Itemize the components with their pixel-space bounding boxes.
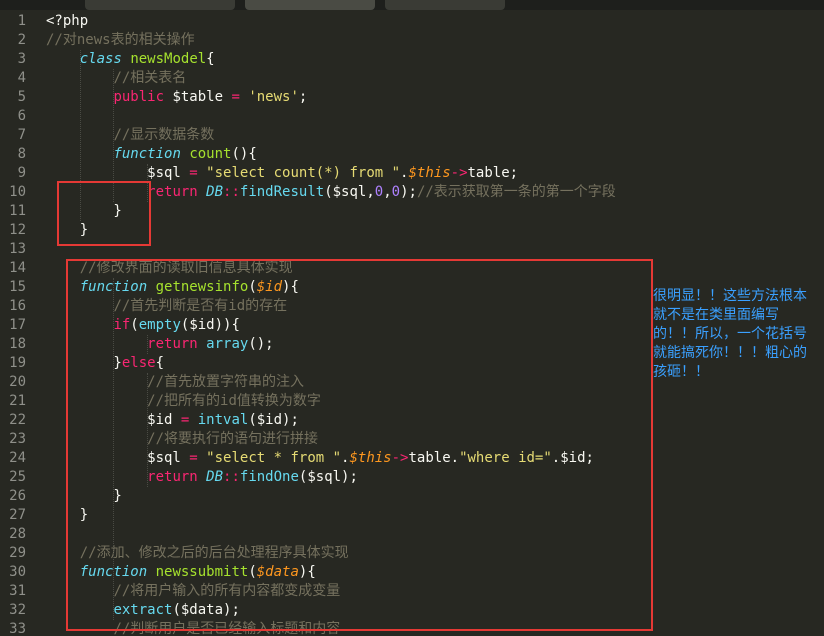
code-token: ($sql, xyxy=(324,184,375,200)
code-token: public xyxy=(113,89,165,105)
code-token: :: xyxy=(223,184,240,200)
code-token: return xyxy=(147,184,198,200)
line-number: 33 xyxy=(9,621,26,636)
code-token: DB xyxy=(206,184,224,200)
code-token: newsModel xyxy=(130,51,207,67)
code-token: "select count(*) from " xyxy=(206,165,401,181)
code-token: 0 xyxy=(374,184,384,200)
code-token: //表示获取第一条的第一个字段 xyxy=(416,184,616,200)
code-line[interactable]: 5 public $table = 'news'; xyxy=(0,88,824,107)
code-token: = xyxy=(231,89,240,105)
line-number: 29 xyxy=(9,545,26,561)
code-line[interactable]: 2 //对news表的相关操作 xyxy=(0,31,824,50)
file-tab[interactable] xyxy=(85,0,235,10)
line-number: 13 xyxy=(9,241,26,257)
code-token: table; xyxy=(467,165,519,181)
code-token: //对news表的相关操作 xyxy=(46,32,195,48)
code-token: , xyxy=(383,184,392,200)
code-text: public $table = 'news'; xyxy=(46,88,307,107)
code-token: ); xyxy=(400,184,417,200)
line-number: 25 xyxy=(9,469,26,485)
line-number: 18 xyxy=(9,336,26,352)
code-text: <?php xyxy=(46,12,88,31)
code-text: //对news表的相关操作 xyxy=(46,31,195,50)
line-number: 16 xyxy=(9,298,26,314)
line-number: 27 xyxy=(9,507,26,523)
tab-bar xyxy=(0,0,824,10)
code-token: $sql xyxy=(46,165,190,181)
line-number: 24 xyxy=(9,450,26,466)
line-number: 17 xyxy=(9,317,26,333)
file-tab[interactable] xyxy=(385,0,505,10)
line-number: 1 xyxy=(17,13,26,29)
code-line[interactable]: 6 xyxy=(0,107,824,126)
code-token: function xyxy=(113,146,181,162)
line-number: 10 xyxy=(9,184,26,200)
line-number: 11 xyxy=(9,203,26,219)
code-token: count xyxy=(189,146,232,162)
highlight-box-closing-braces xyxy=(57,181,151,246)
code-line[interactable]: 1 <?php xyxy=(0,12,824,31)
code-text: class newsModel{ xyxy=(46,50,215,69)
code-token: { xyxy=(206,51,215,67)
line-number: 20 xyxy=(9,374,26,390)
code-text: function count(){ xyxy=(46,145,257,164)
line-number: 28 xyxy=(9,526,26,542)
code-token: -> xyxy=(450,165,468,181)
line-number: 9 xyxy=(17,165,26,181)
code-token: <?php xyxy=(46,13,89,29)
code-line[interactable]: 4 //相关表名 xyxy=(0,69,824,88)
line-number: 30 xyxy=(9,564,26,580)
code-text: //相关表名 xyxy=(46,69,186,88)
line-number: 15 xyxy=(9,279,26,295)
line-number: 8 xyxy=(17,146,26,162)
code-token: $table xyxy=(164,89,232,105)
line-number: 4 xyxy=(17,70,26,86)
line-number: 26 xyxy=(9,488,26,504)
highlight-box-methods xyxy=(66,259,653,631)
code-token: ; xyxy=(298,89,308,105)
line-number: 6 xyxy=(17,108,26,124)
code-token: = xyxy=(189,165,198,181)
line-number: 23 xyxy=(9,431,26,447)
line-number: 2 xyxy=(17,32,26,48)
code-line[interactable]: 8 function count(){ xyxy=(0,145,824,164)
code-text: //显示数据条数 xyxy=(46,126,214,145)
line-number: 19 xyxy=(9,355,26,371)
line-number: 31 xyxy=(9,583,26,599)
line-number: 22 xyxy=(9,412,26,428)
code-token: $this xyxy=(408,165,451,181)
line-number: 14 xyxy=(9,260,26,276)
code-line[interactable]: 7 //显示数据条数 xyxy=(0,126,824,145)
line-number: 5 xyxy=(17,89,26,105)
line-number: 12 xyxy=(9,222,26,238)
line-number: 32 xyxy=(9,602,26,618)
file-tab-active[interactable] xyxy=(245,0,375,10)
code-token: 'news' xyxy=(248,89,299,105)
code-token: //相关表名 xyxy=(113,70,187,86)
code-line[interactable]: 3 class newsModel{ xyxy=(0,50,824,69)
code-token: class xyxy=(79,51,122,67)
code-token: //显示数据条数 xyxy=(113,127,215,143)
line-number: 21 xyxy=(9,393,26,409)
annotation-note: 很明显！！这些方法根本就不是在类里面编写的！！所以，一个花括号就能搞死你！！！粗… xyxy=(653,288,807,380)
code-token: findResult xyxy=(239,184,325,200)
code-token: 0 xyxy=(391,184,401,200)
line-number: 3 xyxy=(17,51,26,67)
code-token: (){ xyxy=(231,146,257,162)
line-number: 7 xyxy=(17,127,26,143)
